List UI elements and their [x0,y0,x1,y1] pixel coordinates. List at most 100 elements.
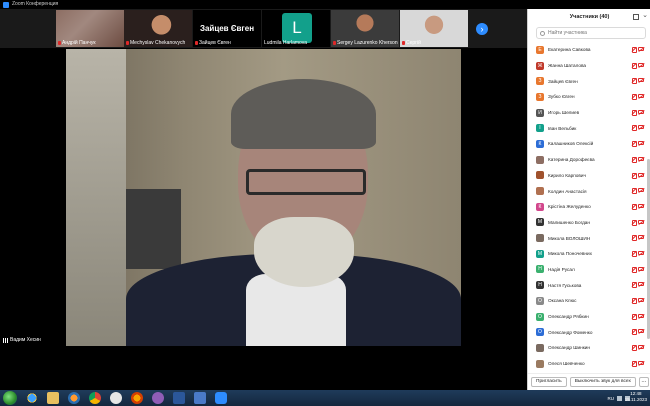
collapse-icon[interactable]: ⌄ [642,12,648,20]
muted-mic-icon[interactable] [631,329,637,336]
muted-mic-icon[interactable] [631,203,637,210]
muted-mic-icon[interactable] [631,172,637,179]
muted-mic-icon [126,41,129,45]
participant-row[interactable]: Е Екатерина Савкова [528,42,646,58]
video-off-icon[interactable] [638,219,644,224]
video-off-icon[interactable] [638,329,644,334]
participant-row[interactable]: Микола ВОЛОШИН [528,230,646,246]
muted-mic-icon[interactable] [631,235,637,242]
video-off-icon[interactable] [638,235,644,240]
invite-button[interactable]: Пригласить [531,377,567,387]
video-off-icon[interactable] [638,345,644,350]
video-off-icon[interactable] [638,141,644,146]
media-player-icon[interactable] [68,392,80,404]
muted-mic-icon[interactable] [631,219,637,226]
video-thumbnail[interactable]: Андрій Панчук [56,10,124,47]
start-button-icon[interactable] [3,391,17,405]
chrome-icon[interactable] [89,392,101,404]
participant-row[interactable]: З Зубко Євген [528,89,646,105]
muted-mic-icon[interactable] [631,78,637,85]
muted-mic-icon[interactable] [631,188,637,195]
participant-row[interactable]: О Оксана Клюс [528,293,646,309]
participant-row[interactable]: Олеся Шевченко [528,356,646,372]
participant-row[interactable]: Н Настя Гуськова [528,277,646,293]
muted-mic-icon[interactable] [631,156,637,163]
zoom-window: Zoom Конференция Андрій Панчук Mechyslav… [0,0,650,406]
participant-row[interactable]: И Игорь Шелиев [528,105,646,121]
muted-mic-icon[interactable] [631,94,637,101]
muted-mic-icon [333,41,336,45]
video-off-icon[interactable] [638,313,644,318]
muted-mic-icon[interactable] [631,47,637,53]
search-input[interactable] [548,30,644,36]
muted-mic-icon[interactable] [631,250,637,257]
video-off-icon[interactable] [638,109,644,114]
video-off-icon[interactable] [638,78,644,83]
participant-row[interactable]: Олександр Шинкин [528,340,646,356]
video-off-icon[interactable] [638,282,644,287]
windows-taskbar: RU 12:48 15.11.2023 [0,390,650,406]
video-off-icon[interactable] [638,125,644,130]
participant-row[interactable]: Н Надія Русал [528,262,646,278]
video-thumbnail[interactable]: L Ludmila Harlamova [262,10,330,47]
video-off-icon[interactable] [638,188,644,193]
muted-mic-icon[interactable] [631,266,637,273]
video-thumbnail[interactable]: Sergey Lazurenko Kherson [331,10,399,47]
next-page-arrow-icon[interactable]: › [476,23,488,35]
muted-mic-icon[interactable] [631,313,637,320]
avatar: Е [536,45,544,54]
video-off-icon[interactable] [638,47,644,51]
participant-row[interactable]: К Калашников Олексій [528,136,646,152]
muted-mic-icon[interactable] [631,282,637,289]
active-speaker-video[interactable] [66,49,461,346]
yandex-browser-icon[interactable] [110,392,122,404]
video-thumbnail[interactable]: Mechyslav Chekanovych [124,10,192,47]
video-off-icon[interactable] [638,172,644,177]
folder-icon[interactable] [47,392,59,404]
thumbnail-name: Mechyslav Chekanovych [130,40,186,46]
clock[interactable]: 12:48 15.11.2023 [625,391,647,403]
popout-icon[interactable] [633,14,639,20]
participant-row[interactable]: М Микола Поночевних [528,246,646,262]
more-options-button[interactable]: ... [638,377,649,387]
muted-mic-icon[interactable] [631,345,637,352]
muted-mic-icon[interactable] [631,62,637,69]
video-thumbnail[interactable]: Сергій [400,10,468,47]
video-off-icon[interactable] [638,94,644,99]
participant-row[interactable]: З Зайцев Євген [528,73,646,89]
video-off-icon[interactable] [638,156,644,161]
muted-mic-icon[interactable] [631,141,637,148]
viber-icon[interactable] [152,392,164,404]
participant-row[interactable]: О Олександр Рябкин [528,309,646,325]
video-off-icon[interactable] [638,250,644,255]
documents-icon[interactable] [194,392,206,404]
network-icon[interactable] [617,395,622,401]
participant-row[interactable]: Ж Жанна Шаталова [528,58,646,74]
muted-mic-icon[interactable] [631,109,637,116]
participant-name: Микола ВОЛОШИН [548,235,591,241]
participant-row[interactable]: Катерина Дорофеєва [528,152,646,168]
participant-name: Надія Русал [548,266,575,272]
mute-all-button[interactable]: Выключить звук для всех [569,377,636,387]
video-off-icon[interactable] [638,62,644,67]
video-off-icon[interactable] [638,266,644,271]
participant-name: Зайцев Євген [548,78,578,84]
internet-explorer-icon[interactable] [26,392,38,404]
word-icon[interactable] [173,392,185,404]
video-off-icon[interactable] [638,298,644,302]
participant-row[interactable]: О Олександр Фоменко [528,324,646,340]
muted-mic-icon[interactable] [631,125,637,132]
zoom-app-icon[interactable] [215,392,227,404]
language-indicator[interactable]: RU [608,396,615,401]
video-off-icon[interactable] [638,203,644,208]
firefox-icon[interactable] [131,392,143,404]
participant-row[interactable]: К Крістіна Желуденко [528,199,646,215]
video-thumbnail[interactable]: Зайцев Євген Зайцев Євген [193,10,261,47]
muted-mic-icon[interactable] [631,360,637,367]
participant-row[interactable]: І Іван Вельбик [528,120,646,136]
video-off-icon[interactable] [638,360,644,365]
participant-row[interactable]: Кирило Карпович [528,168,646,184]
participant-row[interactable]: М Малишенко Богдан [528,215,646,231]
muted-mic-icon[interactable] [631,298,637,304]
participant-row[interactable]: Колдин Анастасія [528,183,646,199]
